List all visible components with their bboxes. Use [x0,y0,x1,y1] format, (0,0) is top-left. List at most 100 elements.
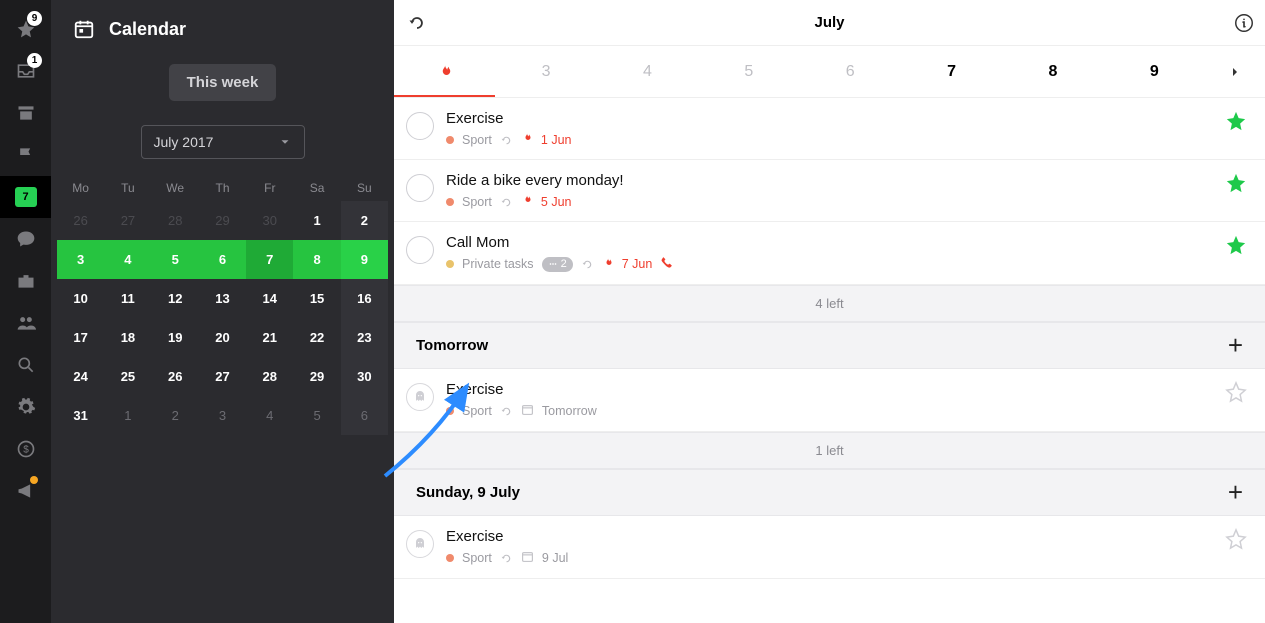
calendar-day[interactable]: 1 [104,396,151,435]
phone-icon [660,256,673,272]
chevron-down-icon [278,135,292,149]
rail-briefcase[interactable] [0,260,51,302]
datebar-day[interactable]: 6 [800,46,901,97]
star-badge: 9 [27,11,42,26]
section-header: Tomorrow+ [394,322,1265,369]
calendar-day[interactable]: 28 [152,201,199,240]
calendar-day[interactable]: 18 [104,318,151,357]
star-toggle[interactable] [1225,110,1247,137]
ghost-icon [406,530,434,558]
calendar-day[interactable]: 2 [152,396,199,435]
month-title: July [394,14,1265,31]
star-toggle[interactable] [1225,381,1247,408]
chevron-right-icon [1227,64,1243,80]
task-title: Ride a bike every monday! [446,172,1213,189]
add-task-button[interactable]: + [1228,339,1243,352]
calendar-day[interactable]: 1 [293,201,340,240]
calendar-day[interactable]: 3 [199,396,246,435]
datebar-day[interactable]: 3 [495,46,596,97]
calendar-day[interactable]: 9 [341,240,388,279]
datebar-next[interactable] [1205,46,1265,97]
task-row[interactable]: ExerciseSportTomorrow [394,369,1265,432]
calendar-day[interactable]: 24 [57,357,104,396]
rail-announce[interactable] [0,470,51,512]
calendar-day[interactable]: 12 [152,279,199,318]
calendar-day[interactable]: 3 [57,240,104,279]
rail-flag[interactable] [0,134,51,176]
calendar-day[interactable]: 7 [246,240,293,279]
task-checkbox[interactable] [406,112,434,140]
calendar-day[interactable]: 30 [341,357,388,396]
task-row[interactable]: Call MomPrivate tasks 27 Jun [394,222,1265,285]
calendar-day[interactable]: 13 [199,279,246,318]
rail-chat[interactable] [0,218,51,260]
calendar-day[interactable]: 8 [293,240,340,279]
calendar-day[interactable]: 23 [341,318,388,357]
task-checkbox[interactable] [406,174,434,202]
calendar-day[interactable]: 26 [152,357,199,396]
datebar-day[interactable]: 9 [1104,46,1205,97]
calendar-day[interactable]: 16 [341,279,388,318]
calendar-day[interactable]: 27 [104,201,151,240]
weekday-label: Su [341,175,388,201]
calendar-day[interactable]: 4 [104,240,151,279]
calendar-day[interactable]: 29 [199,201,246,240]
calendar-day[interactable]: 14 [246,279,293,318]
section-title: Sunday, 9 July [416,484,520,501]
calendar-day[interactable]: 5 [293,396,340,435]
task-title: Exercise [446,110,1213,127]
datebar-day[interactable]: 8 [1002,46,1103,97]
task-row[interactable]: ExerciseSport9 Jul [394,516,1265,579]
calendar-day[interactable]: 28 [246,357,293,396]
calendar-day[interactable]: 10 [57,279,104,318]
calendar-day[interactable]: 17 [57,318,104,357]
calendar-day[interactable]: 6 [341,396,388,435]
month-select[interactable]: July 2017 [141,125,305,159]
datebar-day[interactable]: 5 [698,46,799,97]
project-color-dot [446,198,454,206]
calendar-day[interactable]: 20 [199,318,246,357]
calendar-day[interactable]: 26 [57,201,104,240]
calendar-day[interactable]: 4 [246,396,293,435]
calendar-day[interactable]: 11 [104,279,151,318]
star-toggle[interactable] [1225,234,1247,261]
datebar-day[interactable]: 7 [901,46,1002,97]
comments-badge: 2 [542,257,573,272]
task-row[interactable]: ExerciseSport1 Jun [394,98,1265,160]
this-week-button[interactable]: This week [169,64,277,101]
calendar-day[interactable]: 22 [293,318,340,357]
calendar-day[interactable]: 31 [57,396,104,435]
calendar-day[interactable]: 5 [152,240,199,279]
rail-archive[interactable] [0,92,51,134]
datebar-overdue[interactable] [394,46,495,97]
rail-settings[interactable] [0,386,51,428]
calendar-day[interactable]: 25 [104,357,151,396]
repeat-icon [500,404,513,418]
calendar-day[interactable]: 2 [341,201,388,240]
datebar-day[interactable]: 4 [597,46,698,97]
add-task-button[interactable]: + [1228,486,1243,499]
calendar-day[interactable]: 6 [199,240,246,279]
rail-billing[interactable]: $ [0,428,51,470]
refresh-button[interactable] [394,13,440,33]
info-button[interactable] [1233,0,1255,45]
task-checkbox[interactable] [406,236,434,264]
rail-calendar[interactable]: 7 [0,176,51,218]
rail-search[interactable] [0,344,51,386]
calendar-day[interactable]: 15 [293,279,340,318]
calendar-day[interactable]: 19 [152,318,199,357]
inbox-badge: 1 [27,53,42,68]
calendar-day[interactable]: 27 [199,357,246,396]
calendar-day[interactable]: 21 [246,318,293,357]
calendar-day[interactable]: 30 [246,201,293,240]
rail-star[interactable]: 9 [0,8,51,50]
task-list: ExerciseSport1 JunRide a bike every mond… [394,98,1265,623]
sidebar-title: Calendar [109,19,186,40]
star-toggle[interactable] [1225,172,1247,199]
archive-icon [16,103,36,123]
task-row[interactable]: Ride a bike every monday!Sport5 Jun [394,160,1265,222]
rail-people[interactable] [0,302,51,344]
calendar-day[interactable]: 29 [293,357,340,396]
star-toggle[interactable] [1225,528,1247,555]
rail-inbox[interactable]: 1 [0,50,51,92]
